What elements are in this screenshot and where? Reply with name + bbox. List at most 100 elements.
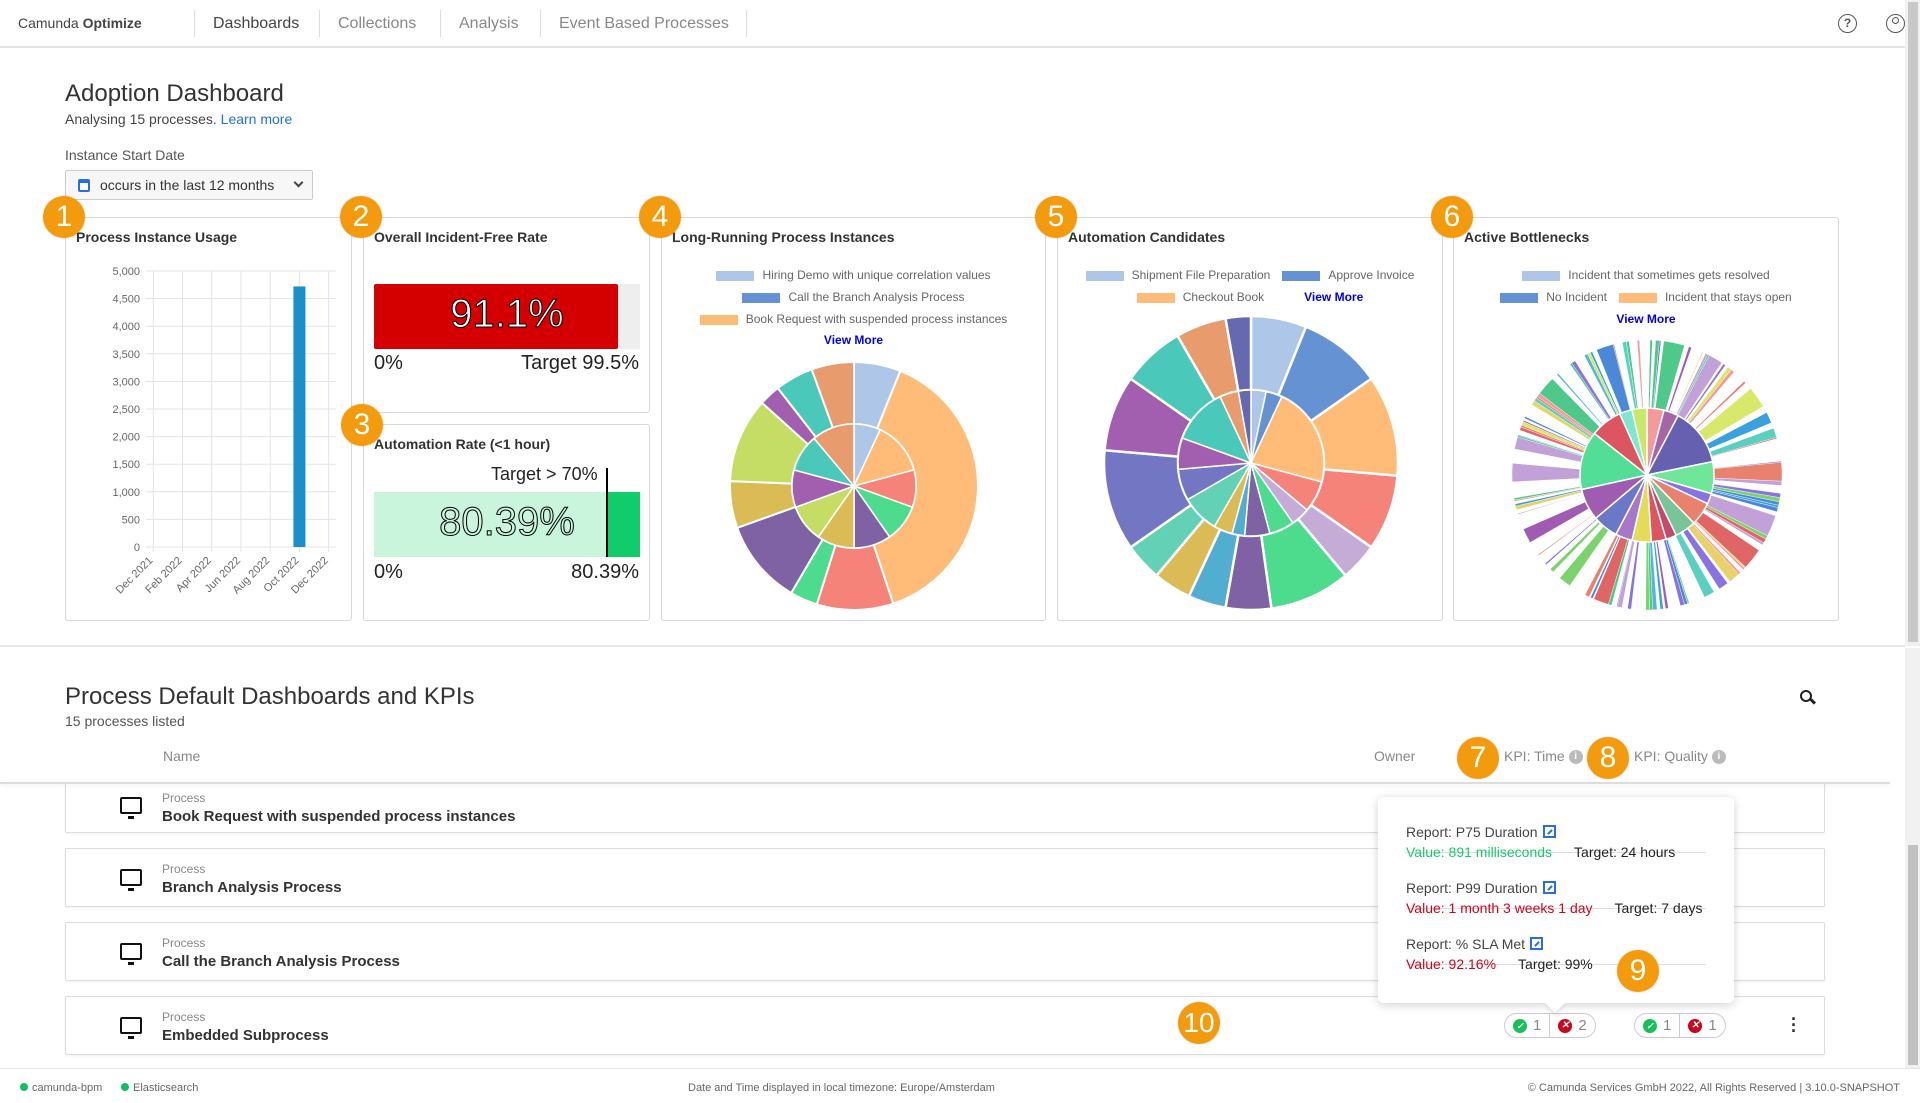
status-elasticsearch: Elasticsearch <box>121 1082 198 1094</box>
y-tick-label: 2,000 <box>112 432 140 444</box>
report-card-long-running-instances[interactable]: Long-Running Process Instances Hiring De… <box>661 217 1046 621</box>
y-tick-label: 0 <box>134 542 140 554</box>
gauge-value: 80.39% <box>439 500 576 545</box>
top-navigation-bar: Camunda Optimize Dashboards Collections … <box>0 0 1905 48</box>
info-icon[interactable]: i <box>1568 750 1583 764</box>
gauge-max: 80.39% <box>571 561 639 583</box>
filter-value: occurs in the last 12 months <box>100 177 275 193</box>
process-icon <box>120 797 142 819</box>
more-options-icon[interactable]: · · · <box>1791 1010 1797 1040</box>
item-name: Branch Analysis Process <box>162 879 342 896</box>
status-camunda-bpm: camunda-bpm <box>20 1082 102 1094</box>
item-type: Process <box>162 936 206 950</box>
card-title: Overall Incident-Free Rate <box>374 229 548 245</box>
list-scrollbar-thumb[interactable] <box>1908 845 1918 1065</box>
chevron-down-icon <box>293 177 304 188</box>
bar <box>293 286 306 547</box>
y-tick-label: 3,500 <box>112 349 140 361</box>
y-tick-label: 1,000 <box>112 487 140 499</box>
check-circle-icon: ✓ <box>1513 1018 1527 1033</box>
x-circle-icon: ✕ <box>1558 1018 1573 1033</box>
y-tick-label: 5,000 <box>112 266 140 278</box>
annotation-badge-3: 3 <box>341 404 383 446</box>
external-link-icon[interactable] <box>1530 937 1544 950</box>
y-tick-label: 4,000 <box>112 321 140 333</box>
kpi-section-subtitle: 15 processes listed <box>65 713 185 729</box>
kpi-tooltip: Report: P75 Duration Value: 891 millisec… <box>1378 797 1734 1013</box>
status-dot-icon <box>121 1083 129 1091</box>
filter-label: Instance Start Date <box>65 147 185 163</box>
column-header-name[interactable]: Name <box>163 748 200 764</box>
x-circle-icon: ✕ <box>1688 1018 1703 1033</box>
tooltip-kpi-item: Report: % SLA Met Value: 92.16% Target: 9… <box>1406 909 1706 972</box>
column-header-kpi-quality[interactable]: KPI: Quality i <box>1634 748 1726 764</box>
process-icon <box>120 943 142 965</box>
calendar-icon <box>78 178 90 192</box>
process-icon <box>120 869 142 891</box>
annotation-badge-4: 4 <box>639 196 681 238</box>
annotation-badge-7: 7 <box>1457 737 1499 779</box>
learn-more-link[interactable]: Learn more <box>221 111 293 127</box>
annotation-badge-2: 2 <box>340 196 382 238</box>
footer: camunda-bpm Elasticsearch Date and Time … <box>0 1068 1920 1103</box>
report-card-active-bottlenecks[interactable]: Active Bottlenecks Incident that sometim… <box>1453 217 1839 621</box>
gauge-track: Target > 70% 80.39% <box>374 464 640 557</box>
item-type: Process <box>162 862 206 876</box>
item-type: Process <box>162 1010 206 1024</box>
pie-chart <box>1102 314 1400 612</box>
pie-chart <box>1511 339 1783 611</box>
card-title: Automation Rate (<1 hour) <box>374 436 551 452</box>
gauge-min: 0% <box>374 561 403 583</box>
y-tick-label: 3,000 <box>112 376 140 388</box>
gauge-target: Target 99.5% <box>521 352 639 374</box>
status-dot-icon <box>20 1083 28 1091</box>
report-card-automation-rate[interactable]: Automation Rate (<1 hour) Target > 70% 8… <box>363 424 650 621</box>
y-tick-label: 2,500 <box>112 404 140 416</box>
kpi-section-title: Process Default Dashboards and KPIs <box>65 683 475 710</box>
nav-dashboards[interactable]: Dashboards <box>194 10 317 37</box>
app-logo[interactable]: Camunda Optimize <box>18 15 142 31</box>
y-tick-label: 1,500 <box>112 459 140 471</box>
dashboard-subtitle: Analysing 15 processes. Learn more <box>65 111 293 127</box>
user-icon[interactable] <box>1886 14 1905 33</box>
gauge-target-label: Target > 70% <box>491 464 598 484</box>
column-header-owner[interactable]: Owner <box>1374 748 1415 764</box>
annotation-badge-6: 6 <box>1431 196 1473 238</box>
kpi-quality-summary[interactable]: ✓ 1 ✕ 1 <box>1634 1013 1726 1038</box>
nav-analysis[interactable]: Analysis <box>440 10 537 37</box>
column-header-kpi-time[interactable]: KPI: Time i <box>1504 748 1583 764</box>
external-link-icon[interactable] <box>1542 881 1556 894</box>
check-circle-icon: ✓ <box>1643 1018 1657 1033</box>
instance-start-date-dropdown[interactable]: occurs in the last 12 months <box>65 170 313 200</box>
report-card-incident-free-rate[interactable]: Overall Incident-Free Rate 91.1% 0% Targ… <box>363 217 650 413</box>
timezone-info: Date and Time displayed in local timezon… <box>688 1082 995 1094</box>
annotation-badge-8: 8 <box>1587 737 1629 779</box>
item-name: Book Request with suspended process inst… <box>162 808 516 825</box>
bar-chart: 5,000 4,500 4,000 3,500 3,000 2,500 2,000 1,500… <box>112 266 336 596</box>
dashboard-title: Adoption Dashboard <box>65 80 284 107</box>
item-name: Call the Branch Analysis Process <box>162 953 400 970</box>
info-icon[interactable]: i <box>1711 750 1726 764</box>
nav-collections[interactable]: Collections <box>319 10 434 37</box>
item-name: Embedded Subprocess <box>162 1027 329 1044</box>
nav-divider <box>746 10 747 37</box>
kpi-time-summary[interactable]: ✓ 1 ✕ 2 <box>1504 1013 1596 1038</box>
report-card-automation-candidates[interactable]: Automation Candidates Shipment File Prep… <box>1057 217 1443 621</box>
list-header-divider <box>0 782 1890 784</box>
copyright: © Camunda Services GmbH 2022, All Rights… <box>1527 1082 1900 1094</box>
dashboard-scrollbar-thumb[interactable] <box>1908 2 1918 642</box>
help-icon[interactable]: ? <box>1838 14 1857 33</box>
external-link-icon[interactable] <box>1542 825 1556 838</box>
pie-chart <box>729 360 979 611</box>
gauge-min: 0% <box>374 352 403 374</box>
report-card-process-instance-usage[interactable]: Process Instance Usage 5,000 4,500 4,000 3,… <box>65 217 352 621</box>
annotation-badge-9: 9 <box>1617 950 1659 992</box>
tooltip-kpi-item: Report: P99 Duration Value: 1 month 3 we… <box>1406 853 1706 916</box>
section-divider <box>0 645 1905 647</box>
process-icon <box>120 1017 142 1039</box>
gauge-track: 91.1% <box>374 284 640 349</box>
y-tick-label: 4,500 <box>112 294 140 306</box>
search-icon[interactable] <box>1800 690 1817 706</box>
nav-event-based-processes[interactable]: Event Based Processes <box>540 10 747 37</box>
gauge-value: 91.1% <box>450 292 564 337</box>
